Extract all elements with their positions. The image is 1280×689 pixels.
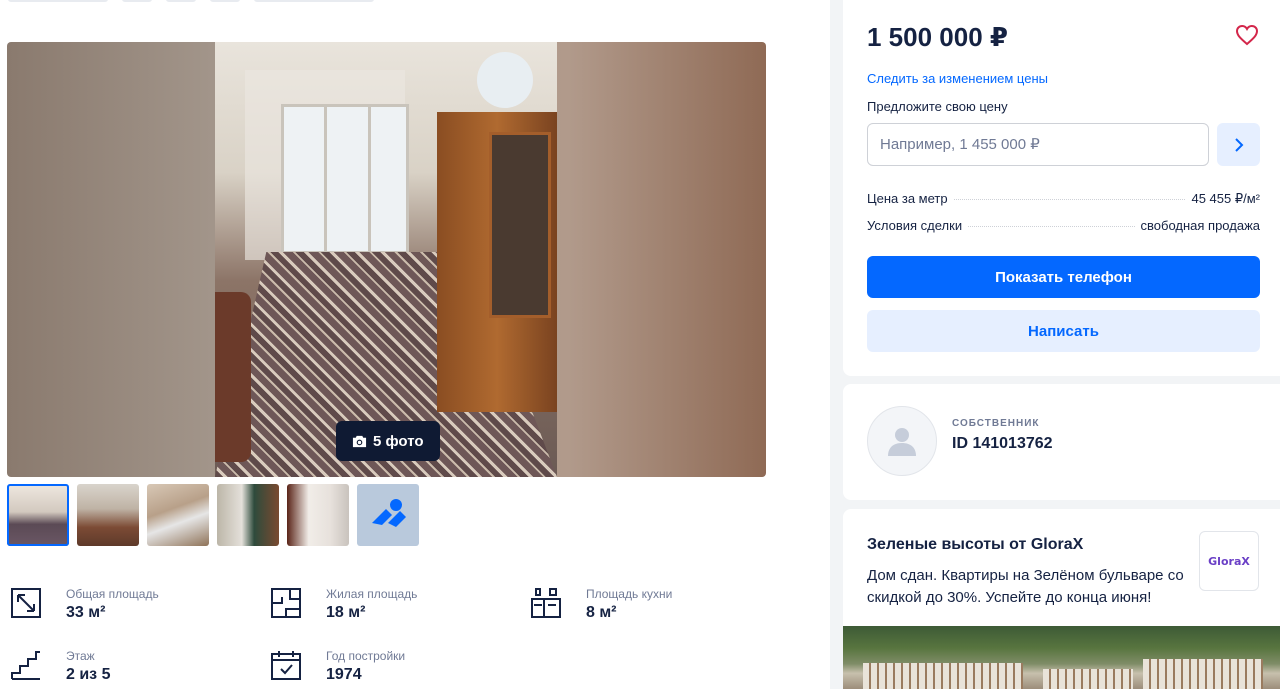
thumbnail-photo-5[interactable] [287, 484, 349, 546]
price: 1 500 000 ₽ [867, 22, 1008, 52]
thumbnail-photo-2[interactable] [77, 484, 139, 546]
ad-logo: GloraX [1199, 531, 1259, 591]
user-icon [888, 428, 916, 456]
show-phone-button[interactable]: Показать телефон [867, 256, 1260, 298]
ad-card[interactable]: Зеленые высоты от GloraX Дом сдан. Кварт… [843, 509, 1280, 689]
feature-value: 18 м² [326, 604, 366, 621]
ad-title: Зеленые высоты от GloraX [867, 536, 1084, 553]
owner-type: СОБСТВЕННИК [952, 418, 1040, 429]
feature-total-area: Общая площадь 33 м² [10, 585, 250, 635]
feature-value: 33 м² [66, 604, 106, 621]
area-icon [11, 588, 41, 618]
living-area-icon [271, 588, 301, 618]
heart-icon[interactable] [1235, 24, 1259, 46]
price-per-meter-row: Цена за метр 45 455 ₽/м² [867, 191, 1260, 209]
feature-floor: Этаж 2 из 5 [10, 647, 250, 689]
track-price-link[interactable]: Следить за изменением цены [867, 71, 1048, 86]
price-card: 1 500 000 ₽ Следить за изменением цены П… [843, 0, 1280, 376]
feature-label: Общая площадь [66, 587, 159, 601]
kitchen-icon [531, 588, 561, 618]
feature-value: 2 из 5 [66, 666, 111, 683]
thumbnail-photo-3[interactable] [147, 484, 209, 546]
feature-label: Жилая площадь [326, 587, 418, 601]
feature-label: Площадь кухни [586, 587, 673, 601]
camera-icon [352, 435, 367, 447]
owner-id: ID 141013762 [952, 435, 1053, 452]
top-tabs [8, 0, 374, 4]
main-photo[interactable] [215, 42, 557, 477]
write-message-button[interactable]: Написать [867, 310, 1260, 352]
feature-value: 8 м² [586, 604, 617, 621]
photo-count-label: 5 фото [373, 432, 424, 450]
submit-offer-button[interactable] [1217, 123, 1260, 166]
feature-label: Этаж [66, 649, 95, 663]
feature-year-built: Год постройки 1974 [270, 647, 510, 689]
thumbnail-photo-4[interactable] [217, 484, 279, 546]
photo-count-button[interactable]: 5 фото [336, 421, 440, 461]
feature-kitchen-area: Площадь кухни 8 м² [530, 585, 770, 635]
deal-terms-label: Условия сделки [867, 218, 963, 233]
feature-label: Год постройки [326, 649, 406, 663]
price-per-meter-value: 45 455 ₽/м² [1191, 191, 1260, 206]
map-icon [372, 499, 406, 527]
ad-text: Дом сдан. Квартиры на Зелёном бульваре с… [867, 567, 1184, 606]
price-per-meter-label: Цена за метр [867, 191, 948, 206]
feature-value: 1974 [326, 666, 362, 683]
calendar-icon [271, 651, 301, 680]
ad-image [843, 626, 1280, 689]
thumbnail-strip [7, 484, 419, 546]
avatar [867, 406, 937, 476]
thumbnail-photo-1[interactable] [7, 484, 69, 546]
thumbnail-more[interactable] [357, 484, 419, 546]
deal-terms-value: свободная продажа [1140, 218, 1260, 233]
deal-terms-row: Условия сделки свободная продажа [867, 218, 1260, 236]
feature-living-area: Жилая площадь 18 м² [270, 585, 510, 635]
owner-card[interactable]: СОБСТВЕННИК ID 141013762 [843, 384, 1280, 500]
photo-gallery[interactable] [7, 42, 766, 477]
chevron-right-icon [1234, 137, 1243, 152]
stairs-icon [11, 651, 40, 680]
main-content: 5 фото Общая площадь 33 м² Жилая площадь… [0, 0, 830, 689]
offer-label: Предложите свою цену [867, 99, 1008, 114]
offer-price-input[interactable] [867, 123, 1209, 166]
